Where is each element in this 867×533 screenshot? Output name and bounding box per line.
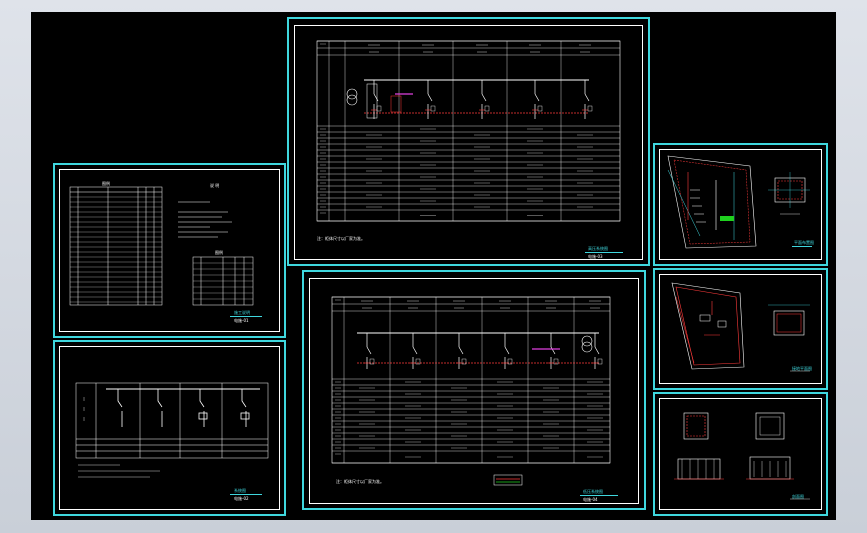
main-upper-drawing (316, 40, 621, 222)
main-lower-title-sub: 电施-04 (583, 497, 598, 502)
sheet-plan-1-border: 平面布置图 (659, 149, 822, 260)
system-small-title-label: 系统图 (234, 488, 246, 493)
sheet-plan-3[interactable]: 剖面图 (653, 392, 828, 516)
plan-3-title: 剖面图 (792, 494, 804, 499)
sheet-main-lower[interactable]: 注：柜体尺寸以厂家为准。 低压系统图 电施-04 (302, 270, 646, 510)
legend-heading: 图例 (215, 250, 223, 255)
system-small-drawing (75, 382, 269, 478)
main-upper-title-sub: 电施-03 (588, 254, 603, 259)
notes-title-label: 施工说明 (234, 310, 250, 315)
sheet-plan-1[interactable]: 平面布置图 (653, 143, 828, 266)
sheet-plan-3-border: 剖面图 (659, 398, 822, 510)
sheet-main-upper[interactable]: 注：柜体尺寸以厂家为准。 高压系统图 电施-03 (287, 17, 650, 266)
sheet-main-upper-border: 注：柜体尺寸以厂家为准。 高压系统图 电施-03 (294, 25, 643, 260)
sheet-plan-2-border: 接地平面图 (659, 274, 822, 384)
sheet-notes[interactable]: 图例 说 明 图例 施工说明 电施-01 (53, 163, 286, 338)
sheet-plan-2[interactable]: 接地平面图 (653, 268, 828, 390)
main-lower-drawing (331, 296, 611, 486)
plan-2-title: 接地平面图 (792, 366, 812, 371)
sheet-system-small[interactable]: 系统图 电施-02 (53, 340, 286, 516)
notes-table-title: 图例 (102, 181, 110, 186)
notes-drawing (69, 186, 254, 306)
main-lower-note: 注：柜体尺寸以厂家为准。 (336, 479, 384, 484)
green-equipment (720, 216, 734, 221)
cad-model-space[interactable]: 图例 说 明 图例 施工说明 电施-01 系统图 电施-02 注：柜体尺寸以厂家… (31, 12, 836, 520)
sheet-main-lower-border: 注：柜体尺寸以厂家为准。 低压系统图 电施-04 (309, 278, 639, 504)
sheet-system-small-border: 系统图 电施-02 (59, 346, 280, 510)
notes-title-sub: 电施-01 (234, 318, 249, 323)
main-lower-title-label: 低压系统图 (583, 489, 603, 494)
plan-1-title: 平面布置图 (794, 240, 814, 245)
main-upper-title-label: 高压系统图 (588, 246, 608, 251)
notes-heading: 说 明 (210, 183, 220, 188)
main-upper-note: 注：柜体尺寸以厂家为准。 (317, 236, 365, 241)
system-small-title-sub: 电施-02 (234, 496, 249, 501)
sheet-notes-border: 图例 说 明 图例 施工说明 电施-01 (59, 169, 280, 332)
